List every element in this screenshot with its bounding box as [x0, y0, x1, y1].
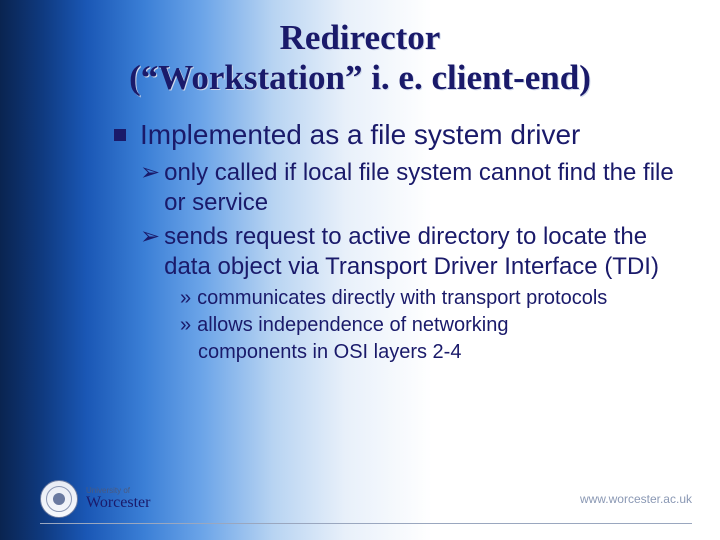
logo-name: Worcester [86, 495, 150, 511]
title-line-1: Redirector [280, 18, 441, 57]
raquo-bullet-icon: » [180, 313, 191, 338]
bullet-level-3: » communicates directly with transport p… [180, 286, 682, 311]
square-bullet-icon [114, 129, 126, 141]
footer-url: www.worcester.ac.uk [580, 492, 692, 506]
slide-footer: University of Worcester www.worcester.ac… [40, 523, 692, 524]
raquo-bullet-icon: » [180, 286, 191, 311]
level-2-group: ➢ only called if local file system canno… [114, 158, 682, 365]
university-logo: University of Worcester [40, 480, 150, 518]
title-line-2: (“Workstation” i. e. client-end) [129, 58, 591, 97]
bullet-level-3: » allows independence of networking [180, 313, 682, 338]
bullet-l3b-continuation: components in OSI layers 2-4 [180, 340, 682, 365]
level-3-group: » communicates directly with transport p… [140, 286, 682, 365]
bullet-level-2: ➢ only called if local file system canno… [140, 158, 682, 218]
arrow-bullet-icon: ➢ [140, 222, 160, 252]
footer-divider [40, 523, 692, 524]
bullet-level-1: Implemented as a file system driver [114, 117, 682, 152]
bullet-l3b-text: allows independence of networking [197, 313, 508, 338]
slide: Redirector (“Workstation” i. e. client-e… [0, 0, 720, 540]
bullet-level-2: ➢ sends request to active directory to l… [140, 222, 682, 282]
logo-text: University of Worcester [86, 487, 150, 511]
bullet-l2b-text: sends request to active directory to loc… [164, 222, 682, 282]
logo-rings-icon [40, 480, 78, 518]
bullet-l1-text: Implemented as a file system driver [140, 117, 580, 152]
bullet-l2a-text: only called if local file system cannot … [164, 158, 682, 218]
arrow-bullet-icon: ➢ [140, 158, 160, 188]
slide-title: Redirector (“Workstation” i. e. client-e… [28, 18, 692, 99]
bullet-l3a-text: communicates directly with transport pro… [197, 286, 607, 311]
slide-body: Implemented as a file system driver ➢ on… [28, 117, 692, 365]
